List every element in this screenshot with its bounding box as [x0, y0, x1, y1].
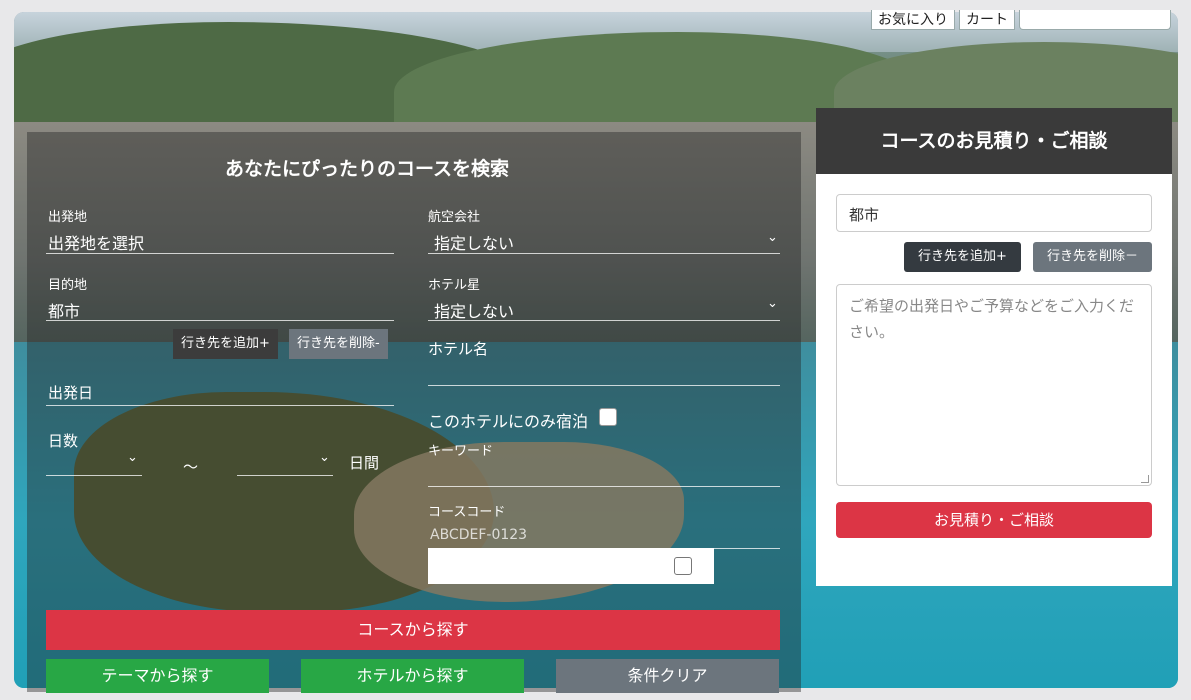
days-label: 日数: [48, 432, 79, 450]
days-max-select[interactable]: [237, 475, 333, 476]
consult-add-destination-button[interactable]: 行き先を追加+: [904, 242, 1021, 272]
consult-textarea-placeholder: ご希望の出発日やご予算などをご入力ください。: [849, 297, 1135, 341]
consult-city-input[interactable]: 都市: [836, 194, 1152, 232]
departure-date-label: 出発日: [48, 384, 94, 402]
chevron-down-icon: ⌄: [319, 450, 330, 465]
search-hotel-button[interactable]: ホテルから探す: [301, 659, 524, 693]
consult-submit-button[interactable]: お見積り・ご相談: [836, 502, 1152, 538]
consultation-title: コースのお見積り・ご相談: [816, 108, 1172, 174]
search-theme-button[interactable]: テーマから探す: [46, 659, 269, 693]
departure-select[interactable]: 出発地を選択: [48, 230, 144, 254]
verification-box[interactable]: [428, 548, 714, 584]
favorite-button[interactable]: お気に入り: [871, 10, 955, 30]
consult-message-textarea[interactable]: ご希望の出発日やご予算などをご入力ください。: [836, 284, 1152, 486]
hotel-star-select[interactable]: 指定しない: [434, 298, 514, 322]
departure-underline: [46, 253, 394, 254]
clear-conditions-button[interactable]: 条件クリア: [556, 659, 779, 693]
departure-label: 出発地: [48, 210, 88, 225]
hotel-name-label: ホテル名: [428, 340, 489, 358]
hotel-only-checkbox[interactable]: [599, 408, 617, 426]
keyword-label: キーワード: [428, 444, 494, 459]
search-panel-title: あなたにぴったりのコースを検索: [224, 158, 510, 180]
airline-label: 航空会社: [428, 210, 481, 225]
consultation-panel: コースのお見積り・ご相談 都市 行き先を追加+ 行き先を削除－ ご希望の出発日や…: [816, 108, 1172, 586]
destination-input[interactable]: 都市: [48, 298, 80, 322]
keyword-input[interactable]: [428, 486, 780, 487]
search-course-button[interactable]: コースから探す: [46, 610, 780, 650]
consult-remove-destination-button[interactable]: 行き先を削除－: [1033, 242, 1152, 272]
top-search-input[interactable]: [1019, 10, 1171, 30]
days-min-select[interactable]: [46, 475, 142, 476]
days-unit: 日間: [349, 454, 380, 472]
resize-grip-icon[interactable]: [1141, 475, 1149, 483]
remove-destination-button[interactable]: 行き先を削除-: [289, 329, 388, 359]
airline-underline: [428, 253, 780, 254]
airline-select[interactable]: 指定しない: [434, 230, 514, 254]
course-code-input[interactable]: ABCDEF-0123: [430, 527, 527, 543]
departure-date-input[interactable]: [46, 405, 394, 406]
days-tilde: ～: [183, 458, 199, 476]
hotel-only-label: このホテルにのみ宿泊: [428, 412, 589, 431]
top-toolbar: お気に入り カート: [871, 10, 1171, 30]
chevron-down-icon: ⌄: [127, 450, 138, 465]
cart-button[interactable]: カート: [959, 10, 1015, 30]
course-code-label: コースコード: [428, 505, 506, 520]
course-search-panel: あなたにぴったりのコースを検索 出発地 出発地を選択 航空会社 指定しない ⌄ …: [27, 132, 801, 693]
hotel-name-input[interactable]: [428, 385, 780, 386]
add-destination-button[interactable]: 行き先を追加+: [173, 329, 278, 359]
hotel-star-label: ホテル星: [428, 278, 481, 293]
verification-checkbox[interactable]: [674, 557, 692, 575]
destination-underline: [46, 320, 394, 321]
destination-label: 目的地: [48, 278, 88, 293]
chevron-down-icon: ⌄: [767, 296, 778, 311]
chevron-down-icon: ⌄: [767, 230, 778, 245]
hotel-star-underline: [428, 320, 780, 321]
